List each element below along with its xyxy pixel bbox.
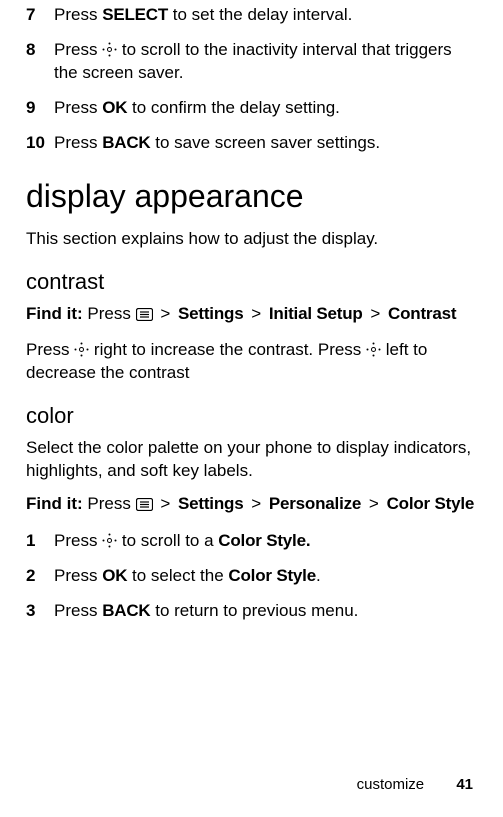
separator: > — [160, 494, 170, 513]
menu-key-icon — [136, 305, 153, 318]
menu-path-item: Initial Setup — [269, 304, 363, 323]
separator: > — [369, 494, 379, 513]
menu-path-item: Settings — [178, 494, 243, 513]
step-number: 8 — [26, 39, 54, 85]
text: to scroll to a — [117, 531, 218, 550]
step-number: 7 — [26, 4, 54, 27]
text: to save screen saver settings. — [151, 133, 381, 152]
button-label: Color Style. — [218, 531, 310, 550]
button-label: BACK — [102, 133, 150, 152]
find-it-contrast: Find it: Press > Settings > Initial Setu… — [26, 303, 477, 326]
text: Press — [54, 133, 102, 152]
step-number: 10 — [26, 132, 54, 155]
text: to return to previous menu. — [151, 601, 359, 620]
text: Press — [87, 304, 135, 323]
step-number: 2 — [26, 565, 54, 588]
text: Press — [54, 5, 102, 24]
step-9: 9 Press OK to confirm the delay setting. — [26, 97, 477, 120]
menu-path-item: Color Style — [387, 494, 475, 513]
step-text: Press BACK to save screen saver settings… — [54, 132, 477, 155]
text: Press — [54, 531, 102, 550]
menu-path-item: Personalize — [269, 494, 361, 513]
separator: > — [251, 304, 261, 323]
contrast-body: Press right to increase the contrast. Pr… — [26, 339, 477, 385]
find-it-label: Find it: — [26, 304, 83, 323]
separator: > — [370, 304, 380, 323]
text: Press — [54, 601, 102, 620]
step-10: 10 Press BACK to save screen saver setti… — [26, 132, 477, 155]
text: to select the — [127, 566, 228, 585]
nav-key-icon — [102, 41, 117, 56]
menu-key-icon — [136, 495, 153, 508]
heading-color: color — [26, 401, 477, 431]
text: Press — [54, 40, 102, 59]
page-footer: customize 41 — [357, 775, 473, 795]
step-text: Press OK to select the Color Style. — [54, 565, 477, 588]
text: to set the delay interval. — [168, 5, 352, 24]
step-7: 7 Press SELECT to set the delay interval… — [26, 4, 477, 27]
step-text: Press OK to confirm the delay setting. — [54, 97, 477, 120]
step-text: Press to scroll to a Color Style. — [54, 530, 477, 553]
separator: > — [251, 494, 261, 513]
button-label: BACK — [102, 601, 150, 620]
footer-section: customize — [357, 776, 425, 793]
color-lead: Select the color palette on your phone t… — [26, 437, 477, 483]
menu-path-item: Settings — [178, 304, 243, 323]
step-text: Press BACK to return to previous menu. — [54, 600, 477, 623]
step-number: 3 — [26, 600, 54, 623]
text: right to increase the contrast. Press — [89, 340, 366, 359]
separator: > — [160, 304, 170, 323]
step-text: Press to scroll to the inactivity interv… — [54, 39, 477, 85]
text: Press — [87, 494, 135, 513]
text: Press — [54, 566, 102, 585]
color-step-1: 1 Press to scroll to a Color Style. — [26, 530, 477, 553]
heading-contrast: contrast — [26, 267, 477, 297]
menu-path-item: Contrast — [388, 304, 456, 323]
step-8: 8 Press to scroll to the inactivity inte… — [26, 39, 477, 85]
find-it-label: Find it: — [26, 494, 83, 513]
find-it-color: Find it: Press > Settings > Personalize … — [26, 493, 477, 516]
nav-key-icon — [366, 341, 381, 356]
text: . — [316, 566, 321, 585]
nav-key-icon — [74, 341, 89, 356]
button-label: SELECT — [102, 5, 168, 24]
button-label: OK — [102, 566, 127, 585]
text: Press — [54, 98, 102, 117]
nav-key-icon — [102, 532, 117, 547]
text: to confirm the delay setting. — [127, 98, 340, 117]
page-number: 41 — [456, 776, 473, 793]
color-step-3: 3 Press BACK to return to previous menu. — [26, 600, 477, 623]
color-step-2: 2 Press OK to select the Color Style. — [26, 565, 477, 588]
step-text: Press SELECT to set the delay interval. — [54, 4, 477, 27]
intro-text: This section explains how to adjust the … — [26, 228, 477, 251]
step-number: 9 — [26, 97, 54, 120]
text: Press — [26, 340, 74, 359]
button-label: OK — [102, 98, 127, 117]
heading-display-appearance: display appearance — [26, 175, 477, 218]
button-label: Color Style — [228, 566, 316, 585]
step-number: 1 — [26, 530, 54, 553]
